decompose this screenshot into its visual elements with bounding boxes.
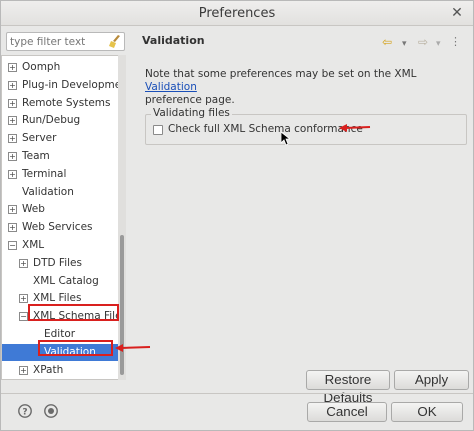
tree-item-label: Web [22,203,45,215]
page-title: Validation [142,34,205,47]
expand-icon[interactable]: + [8,63,17,72]
forward-arrow-icon[interactable]: ⇨ [418,36,428,48]
tree-item[interactable]: + DTD Files [2,255,118,272]
tree-item-label: XSL [33,379,53,380]
help-icon[interactable]: ? [18,404,32,418]
expand-icon[interactable]: + [8,134,17,143]
view-menu-icon[interactable]: ⋮ [450,36,461,48]
filter-input[interactable] [10,35,108,49]
tree-item-label: Web Services [22,221,93,233]
expand-icon[interactable]: + [8,152,17,161]
tree-scrollbar[interactable] [118,55,126,380]
left-pane: + Oomph + Plug-in Development + Remote System… [1,27,129,380]
annotation-arrow-checkbox [339,124,371,132]
tree-item-label: Run/Debug [22,114,81,126]
annotation-box-validation [38,340,113,356]
import-export-icon[interactable] [44,404,58,418]
tree-item-label: Validation [22,186,74,198]
tree-item-label: Terminal [22,168,67,180]
tree-item-label: Team [22,150,50,162]
tree-item[interactable]: + Server [2,130,118,147]
tree-item-label: XPath [33,364,64,376]
tree-item-label: Plug-in Development [22,79,118,91]
window-title: Preferences [198,6,276,21]
tree-item-label: XML Catalog [33,275,99,287]
ok-button[interactable]: OK [391,402,463,422]
expand-icon[interactable]: + [8,81,17,90]
expand-icon[interactable]: + [8,223,17,232]
collapse-icon[interactable]: − [19,312,28,321]
expand-icon[interactable]: + [19,259,28,268]
tree-item[interactable]: + Run/Debug [2,112,118,129]
tree-item[interactable]: − XML [2,237,118,254]
tree-item[interactable]: + XPath [2,362,118,379]
tree-item[interactable]: Validation [2,184,118,201]
close-icon[interactable]: ✕ [449,5,465,21]
filter-box[interactable] [6,32,125,51]
back-arrow-icon[interactable]: ⇦ [382,36,392,48]
back-dropdown-icon[interactable]: ▾ [402,38,407,50]
tree-item-label: XML [22,239,45,251]
preferences-note: Note that some preferences may be set on… [145,68,445,107]
tree-item[interactable]: + Remote Systems [2,95,118,112]
tree-item[interactable]: + Plug-in Development [2,77,118,94]
preferences-window: Preferences ✕ + Oomph + Plug-in Development… [0,0,474,431]
xml-validation-link[interactable]: Validation [145,81,197,93]
note-text: Note that some preferences may be set on… [145,68,417,80]
svg-text:?: ? [22,408,27,418]
cancel-button[interactable]: Cancel [307,402,387,422]
tree-item-label: Remote Systems [22,97,111,109]
tree-item[interactable]: + Team [2,148,118,165]
expand-icon[interactable]: + [8,170,17,179]
expand-icon[interactable]: + [8,116,17,125]
mouse-cursor-icon [281,132,290,146]
expand-icon[interactable]: + [19,294,28,303]
collapse-icon[interactable]: − [8,241,17,250]
tree-item[interactable]: + Terminal [2,166,118,183]
expand-icon[interactable]: + [19,366,28,375]
forward-dropdown-icon[interactable]: ▾ [436,38,441,50]
restore-defaults-button[interactable]: Restore Defaults [306,370,390,405]
group-label: Validating files [151,107,232,119]
tree-scrollbar-thumb[interactable] [120,235,124,375]
clear-filter-icon[interactable] [109,35,121,48]
full-schema-conformance-checkbox[interactable] [153,125,163,135]
tree-item[interactable]: + Web Services [2,219,118,236]
tree-item[interactable]: + Web [2,201,118,218]
footer-separator [1,393,473,394]
tree-item[interactable]: + Oomph [2,59,118,76]
expand-icon[interactable]: + [8,205,17,214]
checkbox-label[interactable]: Check full XML Schema conformance [168,123,363,135]
tree-item[interactable]: +XSL [2,379,119,380]
validating-files-group: Validating files Check full XML Schema c… [145,107,467,145]
preferences-tree: + Oomph + Plug-in Development + Remote System… [1,55,119,380]
expand-icon[interactable]: + [8,99,17,108]
title-bar: Preferences ✕ [1,1,473,26]
tree-item[interactable]: XML Catalog [2,273,118,290]
annotation-box-xml-schema-files [28,304,119,321]
note-text-end: preference page. [145,94,235,106]
tree-item-label: Oomph [22,61,61,73]
apply-button[interactable]: Apply [394,370,469,390]
tree-item-label: Server [22,132,57,144]
preference-page: Validation ⇦ ▾ ⇨ ▾ ⋮ Note that some pref… [136,27,473,405]
tree-item-label: DTD Files [33,257,82,269]
